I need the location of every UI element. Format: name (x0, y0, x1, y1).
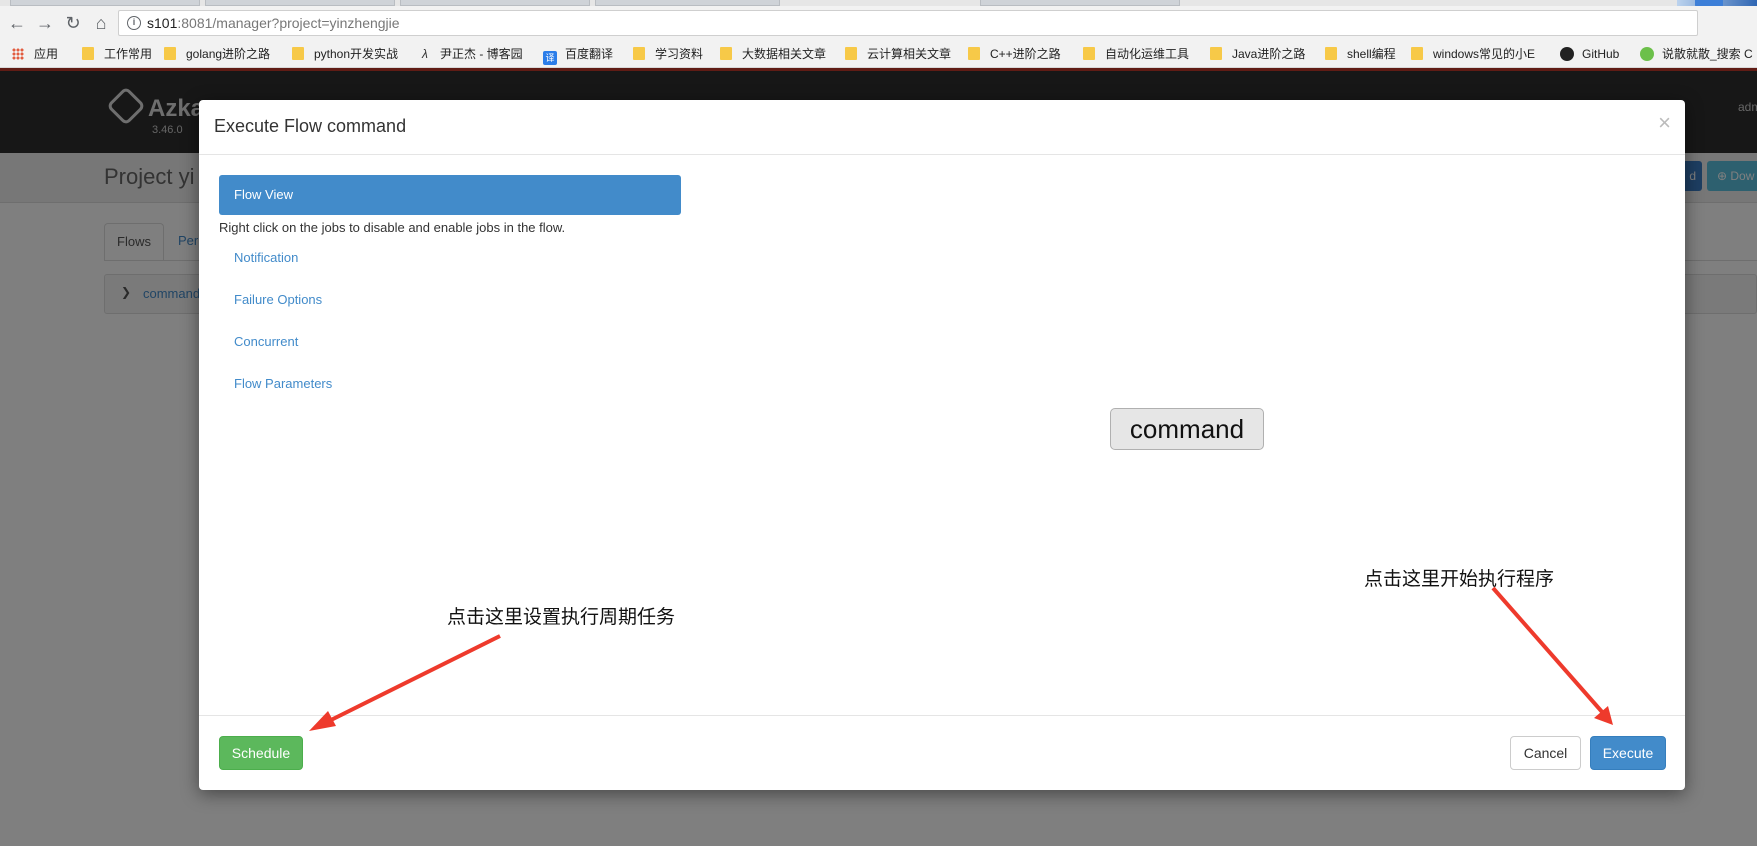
nav-flow-view[interactable]: Flow View (219, 175, 681, 215)
folder-icon (633, 47, 645, 60)
bookmark-item[interactable]: 译百度翻译 (543, 46, 614, 65)
flow-view-hint: Right click on the jobs to disable and e… (219, 220, 566, 235)
bookmark-label: C++进阶之路 (990, 47, 1061, 61)
apps-grid-icon (12, 48, 24, 60)
schedule-annotation: 点击这里设置执行周期任务 (447, 606, 676, 628)
bookmark-label: 百度翻译 (565, 47, 614, 61)
modal-footer: Schedule Cancel Execute (199, 715, 1685, 790)
bookmark-label: 说散就散_搜索 C (1662, 47, 1753, 61)
execute-button[interactable]: Execute (1590, 736, 1666, 770)
bookmark-item[interactable]: GitHub (1560, 46, 1619, 62)
bookmark-item[interactable]: 工作常用 (82, 46, 152, 62)
browser-navbar: ← → ↻ ⌂ i s101:8081/manager?project=yinz… (0, 6, 1757, 40)
back-arrow-icon[interactable]: ← (4, 10, 30, 36)
bookmark-label: windows常见的小E (1433, 47, 1536, 61)
bookmark-label: 大数据相关文章 (742, 47, 827, 61)
bookmark-item[interactable]: 应用 (12, 46, 58, 62)
bookmark-label: GitHub (1582, 47, 1620, 61)
bookmark-label: python开发实战 (314, 47, 399, 61)
bookmark-item[interactable]: golang进阶之路 (164, 46, 270, 62)
bookmark-label: shell编程 (1347, 47, 1396, 61)
folder-icon (82, 47, 94, 60)
cancel-button[interactable]: Cancel (1510, 736, 1581, 770)
close-icon[interactable]: × (1658, 110, 1671, 136)
bookmark-label: 尹正杰 - 博客园 (440, 47, 523, 61)
folder-icon (292, 47, 304, 60)
execute-flow-modal: Execute Flow command × Flow View Right c… (199, 100, 1685, 790)
bookmark-label: Java进阶之路 (1232, 47, 1306, 61)
bookmark-label: golang进阶之路 (186, 47, 271, 61)
bookmarks-bar: 应用 工作常用 golang进阶之路 python开发实战 λ 尹正杰 - 博客园 译百度翻… (0, 40, 1757, 68)
folder-icon (845, 47, 857, 60)
folder-icon (968, 47, 980, 60)
bookmark-item[interactable]: C++进阶之路 (968, 46, 1061, 62)
github-icon (1560, 47, 1574, 61)
modal-title: Execute Flow command (214, 116, 407, 136)
flow-graph-node[interactable]: command (1110, 408, 1264, 450)
nav-flow-parameters[interactable]: Flow Parameters (219, 363, 681, 405)
bookmark-label: 自动化运维工具 (1105, 47, 1190, 61)
execute-annotation: 点击这里开始执行程序 (1364, 568, 1555, 590)
bookmark-item[interactable]: 大数据相关文章 (720, 46, 826, 62)
schedule-button[interactable]: Schedule (219, 736, 303, 770)
url-text[interactable]: s101:8081/manager?project=yinzhengjie (147, 15, 400, 31)
execution-options-nav: Flow View Right click on the jobs to dis… (219, 175, 681, 405)
home-icon[interactable]: ⌂ (88, 10, 114, 36)
bookmark-item[interactable]: shell编程 (1325, 46, 1396, 62)
site-icon (1640, 47, 1654, 61)
modal-header: Execute Flow command × (199, 100, 1685, 155)
bookmark-label: 工作常用 (104, 47, 153, 61)
folder-icon (1411, 47, 1423, 60)
folder-icon (1325, 47, 1337, 60)
info-icon[interactable]: i (127, 16, 141, 30)
nav-notification[interactable]: Notification (219, 237, 681, 279)
bookmark-item[interactable]: 自动化运维工具 (1083, 46, 1189, 62)
bookmark-item[interactable]: 说散就散_搜索 C (1640, 46, 1753, 62)
bookmark-label: 学习资料 (655, 47, 704, 61)
reload-icon[interactable]: ↻ (60, 10, 86, 36)
bookmark-item[interactable]: λ 尹正杰 - 博客园 (418, 46, 523, 62)
bookmark-item[interactable]: 学习资料 (633, 46, 703, 62)
nav-failure-options[interactable]: Failure Options (219, 279, 681, 321)
translate-icon: 译 (543, 51, 557, 65)
bookmark-item[interactable]: windows常见的小E (1411, 46, 1535, 62)
bookmark-item[interactable]: python开发实战 (292, 46, 398, 62)
forward-arrow-icon[interactable]: → (32, 10, 58, 36)
nav-concurrent[interactable]: Concurrent (219, 321, 681, 363)
folder-icon (164, 47, 176, 60)
folder-icon (720, 47, 732, 60)
folder-icon (1210, 47, 1222, 60)
bookmark-label: 云计算相关文章 (867, 47, 952, 61)
bookmark-item[interactable]: 云计算相关文章 (845, 46, 951, 62)
bookmark-item[interactable]: Java进阶之路 (1210, 46, 1305, 62)
cnblogs-icon: λ (422, 47, 428, 61)
bookmark-label: 应用 (34, 47, 59, 61)
address-bar[interactable]: i s101:8081/manager?project=yinzhengjie (118, 10, 1698, 36)
folder-icon (1083, 47, 1095, 60)
